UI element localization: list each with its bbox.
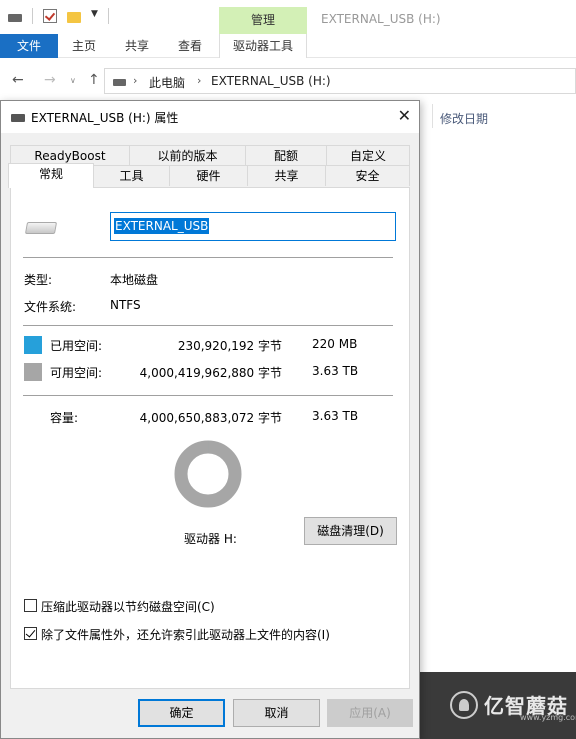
column-header-date-modified[interactable]: 修改日期 xyxy=(440,110,488,127)
tab-tools[interactable]: 工具 xyxy=(93,165,170,186)
free-space-swatch xyxy=(24,363,42,381)
tab-home[interactable]: 主页 xyxy=(72,34,96,58)
used-space-swatch xyxy=(24,336,42,354)
capacity-label: 容量: xyxy=(50,411,79,425)
dialog-titlebar[interactable]: EXTERNAL_USB (H:) 属性 ✕ xyxy=(1,101,419,133)
dialog-title: EXTERNAL_USB (H:) 属性 xyxy=(31,111,179,125)
volume-name-selected-text: EXTERNAL_USB xyxy=(114,218,210,234)
free-space-size: 3.63 TB xyxy=(312,364,359,378)
divider xyxy=(23,395,393,396)
breadcrumb-this-pc[interactable]: 此电脑 xyxy=(149,74,185,91)
tab-quota[interactable]: 配额 xyxy=(245,145,327,166)
contextual-tab-manage: 管理 xyxy=(219,7,307,34)
tab-security[interactable]: 安全 xyxy=(325,165,410,186)
column-divider xyxy=(432,104,433,128)
tab-customize[interactable]: 自定义 xyxy=(326,145,410,166)
used-space-size: 220 MB xyxy=(312,337,358,351)
type-label: 类型: xyxy=(24,273,53,287)
forward-arrow-icon[interactable]: → xyxy=(44,72,56,88)
volume-name-input[interactable]: EXTERNAL_USB xyxy=(110,212,396,241)
ribbon-tabs: 文件 主页 共享 查看 驱动器工具 xyxy=(0,34,576,58)
navigation-bar: ← → ∨ ↑ › 此电脑 › EXTERNAL_USB (H:) xyxy=(0,62,576,100)
customize-toolbar-icon[interactable]: ▼ xyxy=(91,9,98,23)
capacity-size: 3.63 TB xyxy=(312,409,359,423)
tab-sharing[interactable]: 共享 xyxy=(247,165,326,186)
compress-label[interactable]: 压缩此驱动器以节约磁盘空间(C) xyxy=(41,598,215,615)
divider xyxy=(23,325,393,326)
apply-button[interactable]: 应用(A) xyxy=(327,699,413,727)
usb-drive-icon xyxy=(24,222,58,234)
explorer-titlebar: ▼ 管理 EXTERNAL_USB (H:) xyxy=(0,0,576,34)
cancel-button[interactable]: 取消 xyxy=(233,699,320,727)
toolbar-divider xyxy=(107,8,109,24)
tab-hardware[interactable]: 硬件 xyxy=(169,165,248,186)
tab-file[interactable]: 文件 xyxy=(0,34,58,58)
type-value: 本地磁盘 xyxy=(110,273,159,287)
drive-letter-label: 驱动器 H: xyxy=(184,532,237,546)
free-space-ring xyxy=(174,440,242,508)
properties-icon[interactable] xyxy=(43,9,57,23)
drive-icon xyxy=(11,114,25,122)
watermark-logo-icon xyxy=(450,690,478,719)
toolbar-divider xyxy=(32,8,33,24)
ok-button[interactable]: 确定 xyxy=(138,699,225,727)
watermark-url: www.yzmg.com xyxy=(520,713,576,722)
index-checkbox[interactable] xyxy=(24,627,37,640)
used-space-bytes: 230,920,192 字节 xyxy=(177,339,282,353)
up-arrow-icon[interactable]: ↑ xyxy=(88,72,100,88)
tab-general[interactable]: 常规 xyxy=(8,163,94,188)
compress-checkbox[interactable] xyxy=(24,599,37,612)
tab-share[interactable]: 共享 xyxy=(125,34,149,58)
tab-previous-versions[interactable]: 以前的版本 xyxy=(129,145,246,166)
file-system-value: NTFS xyxy=(110,298,141,312)
divider xyxy=(23,257,393,258)
index-label[interactable]: 除了文件属性外，还允许索引此驱动器上文件的内容(I) xyxy=(41,626,330,643)
quick-access-toolbar: ▼ xyxy=(8,8,109,24)
usage-donut-chart xyxy=(174,440,242,508)
breadcrumb-separator-icon[interactable]: › xyxy=(133,74,137,87)
close-icon[interactable]: ✕ xyxy=(398,106,411,125)
free-space-bytes: 4,000,419,962,880 字节 xyxy=(139,366,282,380)
tab-drive-tools[interactable]: 驱动器工具 xyxy=(219,34,307,58)
capacity-bytes: 4,000,650,883,072 字节 xyxy=(139,411,282,425)
drive-icon xyxy=(113,79,126,86)
free-space-label: 可用空间: xyxy=(50,366,103,380)
breadcrumb-drive[interactable]: EXTERNAL_USB (H:) xyxy=(211,74,331,88)
drive-icon xyxy=(8,14,22,22)
address-bar[interactable]: › 此电脑 › EXTERNAL_USB (H:) xyxy=(104,68,576,94)
new-folder-icon[interactable] xyxy=(67,12,81,23)
disk-cleanup-button[interactable]: 磁盘清理(D) xyxy=(304,517,397,545)
window-title: EXTERNAL_USB (H:) xyxy=(321,12,441,26)
recent-locations-chevron-icon[interactable]: ∨ xyxy=(70,76,76,85)
used-space-label: 已用空间: xyxy=(50,339,103,353)
back-arrow-icon[interactable]: ← xyxy=(12,72,24,88)
file-system-label: 文件系统: xyxy=(24,300,77,314)
tab-view[interactable]: 查看 xyxy=(178,34,202,58)
breadcrumb-separator-icon[interactable]: › xyxy=(197,74,201,87)
usb-drive-body xyxy=(24,222,58,234)
